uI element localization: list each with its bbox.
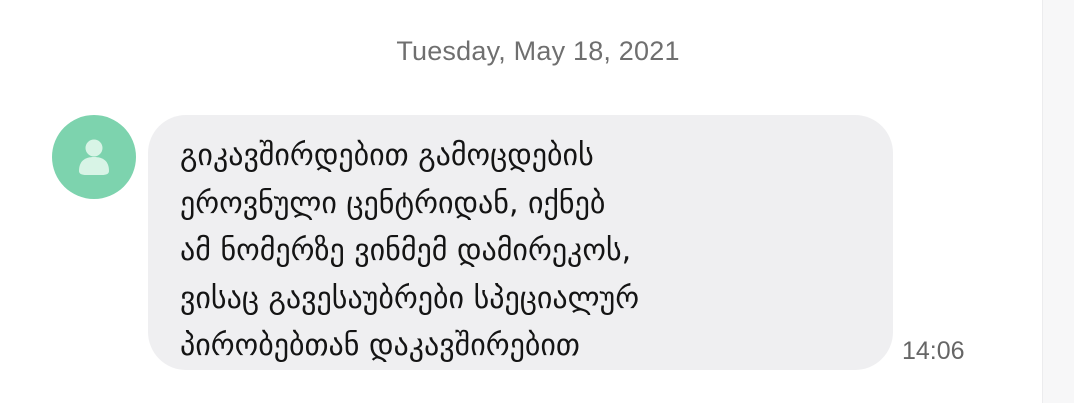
message-bubble[interactable]: გიკავშირდებით გამოცდების ეროვნული ცენტრი…	[148, 115, 893, 370]
person-icon	[79, 139, 109, 175]
message-thread: Tuesday, May 18, 2021 გიკავშირდებით გამო…	[0, 0, 1074, 403]
contact-avatar[interactable]	[52, 115, 136, 199]
message-text: გიკავშირდებით გამოცდების ეროვნული ცენტრი…	[180, 138, 640, 363]
scrollbar-track[interactable]	[1042, 0, 1074, 403]
date-header: Tuesday, May 18, 2021	[396, 36, 680, 66]
message-timestamp: 14:06	[902, 337, 965, 365]
